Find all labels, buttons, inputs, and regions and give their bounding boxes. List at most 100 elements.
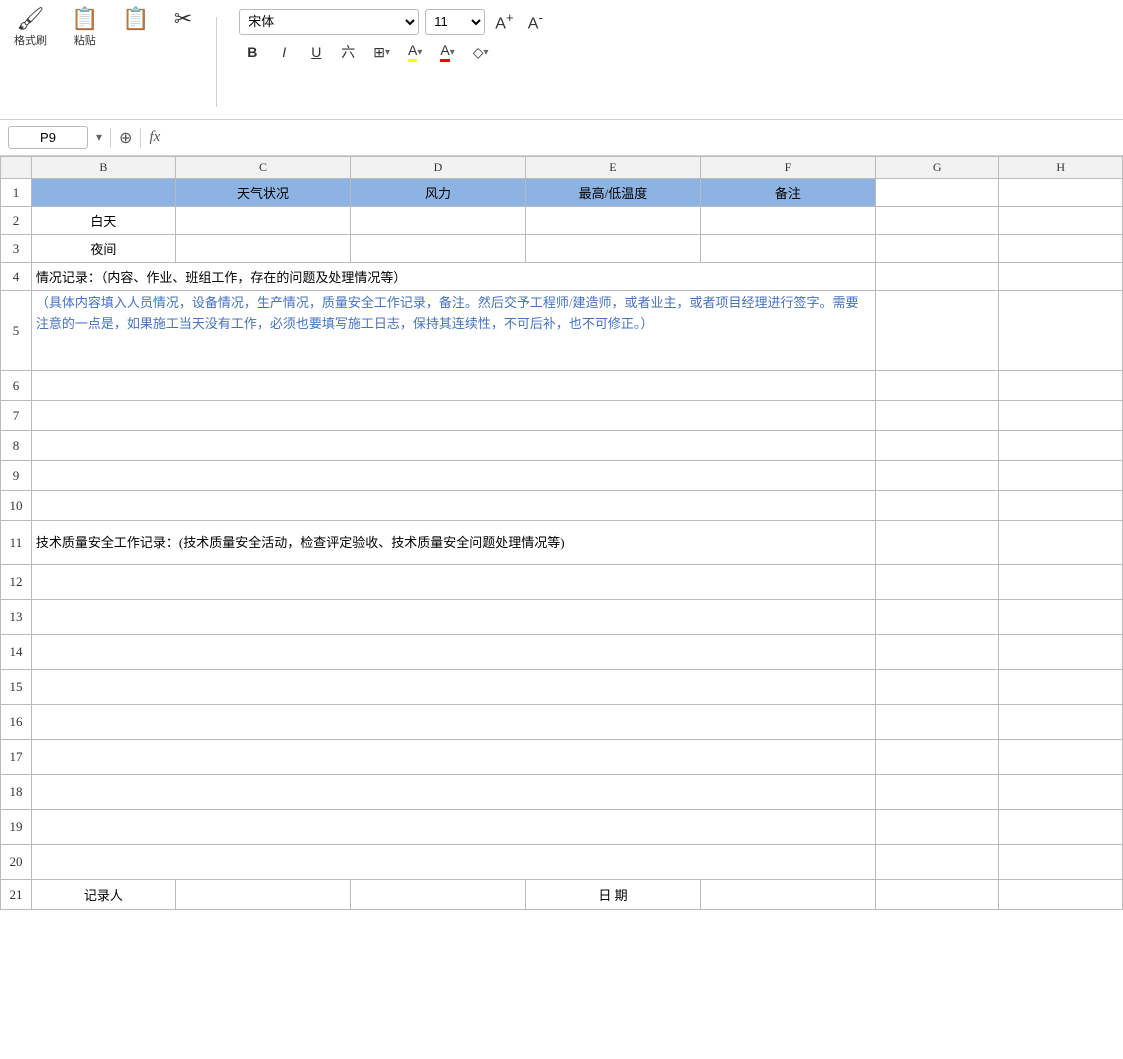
cell-f3[interactable] bbox=[700, 235, 875, 263]
cell-h3[interactable] bbox=[999, 235, 1123, 263]
col-header-e[interactable]: E bbox=[525, 157, 700, 179]
cell-b1[interactable] bbox=[31, 179, 175, 207]
cell-h9[interactable] bbox=[999, 461, 1123, 491]
erase-button[interactable]: ◇ ▾ bbox=[467, 39, 495, 65]
col-header-f[interactable]: F bbox=[700, 157, 875, 179]
cell-h2[interactable] bbox=[999, 207, 1123, 235]
cell-g19[interactable] bbox=[875, 810, 999, 845]
col-header-b[interactable]: B bbox=[31, 157, 175, 179]
cell-btoF9[interactable] bbox=[31, 461, 875, 491]
cell-f2[interactable] bbox=[700, 207, 875, 235]
underline-button[interactable]: U bbox=[303, 39, 329, 65]
cell-f21[interactable] bbox=[700, 880, 875, 910]
col-header-c[interactable]: C bbox=[175, 157, 350, 179]
cell-btoF18[interactable] bbox=[31, 775, 875, 810]
cell-d1[interactable]: 风力 bbox=[350, 179, 525, 207]
cell-b3[interactable]: 夜间 bbox=[31, 235, 175, 263]
formula-search-icon[interactable]: ⊕ bbox=[119, 128, 132, 148]
date-label-cell[interactable]: 日 期 bbox=[525, 880, 700, 910]
cell-btoF13[interactable] bbox=[31, 600, 875, 635]
cell-h8[interactable] bbox=[999, 431, 1123, 461]
cell-g4[interactable] bbox=[875, 263, 999, 291]
cell-h18[interactable] bbox=[999, 775, 1123, 810]
cell-g9[interactable] bbox=[875, 461, 999, 491]
cell-reference-input[interactable]: P9 bbox=[8, 126, 88, 149]
cell-h13[interactable] bbox=[999, 600, 1123, 635]
bold-button[interactable]: B bbox=[239, 39, 265, 65]
cell-c21[interactable] bbox=[175, 880, 350, 910]
cell-btoF6[interactable] bbox=[31, 371, 875, 401]
font-size-decrease-button[interactable]: A- bbox=[524, 8, 547, 35]
cell-h1[interactable] bbox=[999, 179, 1123, 207]
tech-label-cell[interactable]: 技术质量安全工作记录：(技术质量安全活动，检查评定验收、技术质量安全问题处理情况… bbox=[31, 521, 875, 565]
cell-g16[interactable] bbox=[875, 705, 999, 740]
cell-g8[interactable] bbox=[875, 431, 999, 461]
cell-g17[interactable] bbox=[875, 740, 999, 775]
cell-ref-dropdown[interactable]: ▾ bbox=[96, 130, 102, 145]
cell-g18[interactable] bbox=[875, 775, 999, 810]
cell-g6[interactable] bbox=[875, 371, 999, 401]
paste-button[interactable]: 📋 粘贴 bbox=[65, 4, 104, 52]
cell-c3[interactable] bbox=[175, 235, 350, 263]
cell-b2[interactable]: 白天 bbox=[31, 207, 175, 235]
cell-g12[interactable] bbox=[875, 565, 999, 600]
cell-h6[interactable] bbox=[999, 371, 1123, 401]
cell-h21[interactable] bbox=[999, 880, 1123, 910]
cell-btoF10[interactable] bbox=[31, 491, 875, 521]
cell-h10[interactable] bbox=[999, 491, 1123, 521]
cell-btoF7[interactable] bbox=[31, 401, 875, 431]
cell-btoF14[interactable] bbox=[31, 635, 875, 670]
copy-format-button[interactable]: 📋 bbox=[116, 4, 155, 34]
cell-g15[interactable] bbox=[875, 670, 999, 705]
font-color-button[interactable]: A ▾ bbox=[434, 39, 460, 65]
fx-label[interactable]: fx bbox=[149, 129, 160, 146]
cell-e1[interactable]: 最高/低温度 bbox=[525, 179, 700, 207]
strikethrough-button[interactable]: 六 bbox=[335, 39, 361, 65]
cell-f1[interactable]: 备注 bbox=[700, 179, 875, 207]
cell-h17[interactable] bbox=[999, 740, 1123, 775]
fill-color-button[interactable]: A ▾ bbox=[402, 39, 428, 65]
cell-btoF17[interactable] bbox=[31, 740, 875, 775]
cell-g14[interactable] bbox=[875, 635, 999, 670]
cell-btoF20[interactable] bbox=[31, 845, 875, 880]
font-size-select[interactable]: 11 bbox=[425, 9, 485, 35]
cell-g7[interactable] bbox=[875, 401, 999, 431]
cell-g21[interactable] bbox=[875, 880, 999, 910]
cell-g20[interactable] bbox=[875, 845, 999, 880]
col-header-g[interactable]: G bbox=[875, 157, 999, 179]
situation-label-cell[interactable]: 情况记录：（内容、作业、班组工作，存在的问题及处理情况等） bbox=[31, 263, 875, 291]
cell-btoF8[interactable] bbox=[31, 431, 875, 461]
cell-h11[interactable] bbox=[999, 521, 1123, 565]
cell-h12[interactable] bbox=[999, 565, 1123, 600]
cell-h14[interactable] bbox=[999, 635, 1123, 670]
font-size-increase-button[interactable]: A+ bbox=[491, 8, 517, 35]
cell-d3[interactable] bbox=[350, 235, 525, 263]
border-button[interactable]: ⊞ ▾ bbox=[367, 39, 396, 65]
cell-g5[interactable] bbox=[875, 291, 999, 371]
cell-h16[interactable] bbox=[999, 705, 1123, 740]
cell-e2[interactable] bbox=[525, 207, 700, 235]
cell-h7[interactable] bbox=[999, 401, 1123, 431]
cell-c1[interactable]: 天气状况 bbox=[175, 179, 350, 207]
cell-btoF19[interactable] bbox=[31, 810, 875, 845]
cell-g11[interactable] bbox=[875, 521, 999, 565]
format-painter-button[interactable]: 🖌 格式刷 bbox=[8, 4, 53, 52]
cell-btoF16[interactable] bbox=[31, 705, 875, 740]
cell-btoF12[interactable] bbox=[31, 565, 875, 600]
cell-e3[interactable] bbox=[525, 235, 700, 263]
col-header-d[interactable]: D bbox=[350, 157, 525, 179]
cell-h5[interactable] bbox=[999, 291, 1123, 371]
cell-d2[interactable] bbox=[350, 207, 525, 235]
cell-c2[interactable] bbox=[175, 207, 350, 235]
cell-btoF15[interactable] bbox=[31, 670, 875, 705]
recorder-label-cell[interactable]: 记录人 bbox=[31, 880, 175, 910]
cut-button[interactable]: ✂ bbox=[168, 4, 198, 34]
cell-g13[interactable] bbox=[875, 600, 999, 635]
cell-g2[interactable] bbox=[875, 207, 999, 235]
cell-h19[interactable] bbox=[999, 810, 1123, 845]
cell-h4[interactable] bbox=[999, 263, 1123, 291]
cell-h15[interactable] bbox=[999, 670, 1123, 705]
font-family-select[interactable]: 宋体 bbox=[239, 9, 419, 35]
cell-d21[interactable] bbox=[350, 880, 525, 910]
situation-note-cell[interactable]: （具体内容填入人员情况，设备情况，生产情况，质量安全工作记录，备注。然后交予工程… bbox=[31, 291, 875, 371]
